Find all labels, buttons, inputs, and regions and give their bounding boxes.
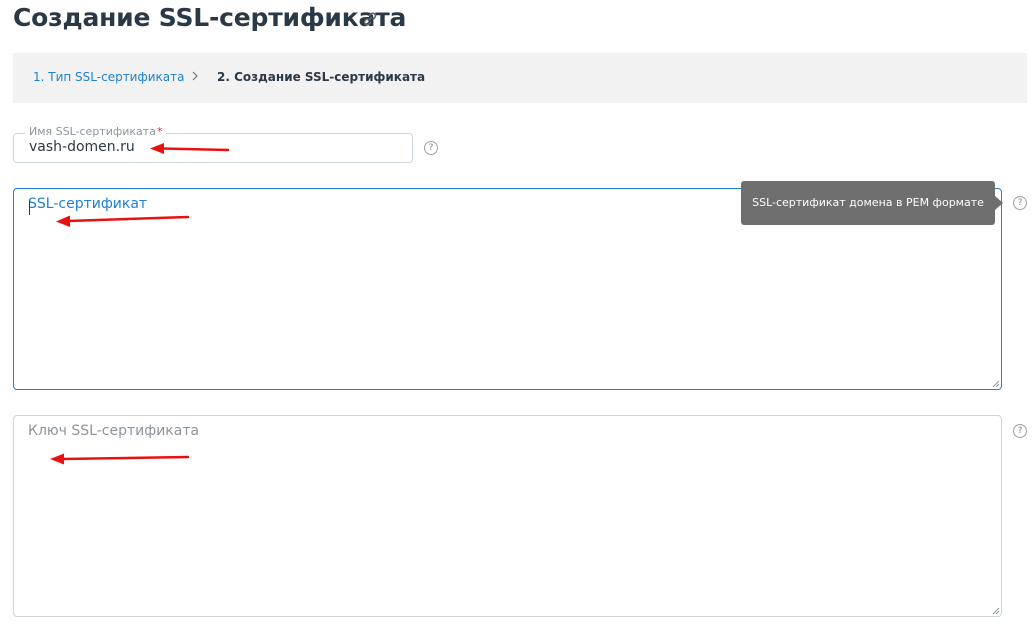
ssl-key-help-icon[interactable]: ?: [1013, 424, 1027, 438]
breadcrumb-step-ssl-type[interactable]: 1. Тип SSL-сертификата: [33, 70, 184, 84]
ssl-key-textarea[interactable]: Ключ SSL-сертификата: [13, 415, 1002, 617]
ssl-certificate-tooltip: SSL-сертификат домена в PEM формате: [741, 181, 1003, 225]
breadcrumb-step-create-ssl: 2. Создание SSL-сертификата: [217, 70, 426, 84]
ssl-key-label: Ключ SSL-сертификата: [28, 423, 200, 439]
breadcrumb: 1. Тип SSL-сертификата 2. Создание SSL-с…: [13, 53, 1027, 103]
text-cursor: [29, 201, 30, 215]
ssl-certificate-help-icon[interactable]: ?: [1013, 196, 1027, 210]
ssl-certificate-label: SSL-сертификат: [28, 196, 148, 212]
link-icon[interactable]: [360, 9, 380, 29]
certificate-name-label-text: Имя SSL-сертификата: [29, 125, 156, 138]
chevron-right-icon: [192, 71, 198, 81]
certificate-name-label: Имя SSL-сертификата*: [25, 125, 167, 138]
red-arrow-icon: [56, 215, 190, 227]
resize-handle-icon[interactable]: [991, 379, 1000, 388]
certificate-name-help-icon[interactable]: ?: [424, 141, 438, 155]
red-arrow-icon: [150, 143, 230, 154]
red-arrow-icon: [50, 453, 190, 465]
required-mark: *: [156, 125, 163, 138]
resize-handle-icon[interactable]: [991, 606, 1000, 615]
page-title: Создание SSL-сертификата: [13, 3, 407, 32]
